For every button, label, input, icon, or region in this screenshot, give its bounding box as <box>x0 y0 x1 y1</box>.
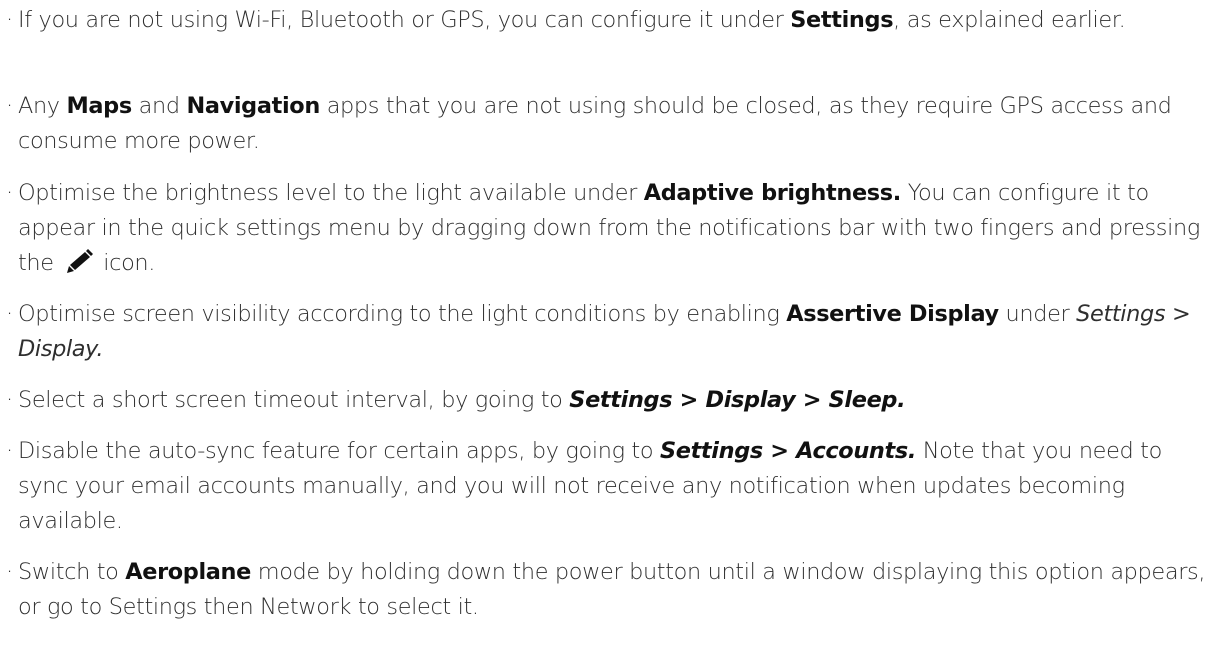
text-segment: , as explained earlier. <box>893 7 1126 33</box>
bullet: · <box>6 93 13 119</box>
bullet: · <box>6 7 13 33</box>
pencil-icon <box>64 249 94 275</box>
text-segment: Optimise the brightness level to the lig… <box>18 180 644 206</box>
tip-assertive-display: · Optimise screen visibility according t… <box>6 297 1214 367</box>
tip-maps-navigation: · Any Maps and Navigation apps that you … <box>6 89 1214 159</box>
tip-aeroplane-mode: · Switch to Aeroplane mode by holding do… <box>6 555 1214 625</box>
text-segment: icon. <box>96 250 156 276</box>
text-segment: If you are not using Wi-Fi, Bluetooth or… <box>18 7 791 33</box>
bullet: · <box>6 387 13 413</box>
text-segment: Aeroplane <box>125 559 251 585</box>
text-segment: Disable the auto-sync feature for certai… <box>18 438 660 464</box>
text-segment: Maps <box>66 93 132 119</box>
text-segment: Adaptive brightness. <box>643 180 902 206</box>
tip-wifi-bluetooth-gps: · If you are not using Wi-Fi, Bluetooth … <box>6 3 1214 38</box>
text-segment: Settings <box>790 7 894 33</box>
text-segment: Optimise screen visibility according to … <box>18 301 787 327</box>
text-segment: Select a short screen timeout interval, … <box>18 387 570 413</box>
text-segment: Settings > Accounts. <box>659 438 916 464</box>
text-segment: Settings > Display > Sleep. <box>569 387 906 413</box>
text-segment: Assertive Display <box>786 301 999 327</box>
text-segment: Navigation <box>186 93 320 119</box>
document-page: · If you are not using Wi-Fi, Bluetooth … <box>0 0 1231 653</box>
text-segment: under <box>998 301 1077 327</box>
bullet: · <box>6 438 13 464</box>
text-segment: and <box>131 93 187 119</box>
tip-screen-timeout: · Select a short screen timeout interval… <box>6 383 1214 418</box>
bullet: · <box>6 180 13 206</box>
tip-auto-sync: · Disable the auto-sync feature for cert… <box>6 434 1214 539</box>
bullet: · <box>6 559 13 585</box>
text-segment: Any <box>18 93 67 119</box>
tip-adaptive-brightness: · Optimise the brightness level to the l… <box>6 176 1214 281</box>
bullet: · <box>6 301 13 327</box>
text-segment: Switch to <box>18 559 126 585</box>
